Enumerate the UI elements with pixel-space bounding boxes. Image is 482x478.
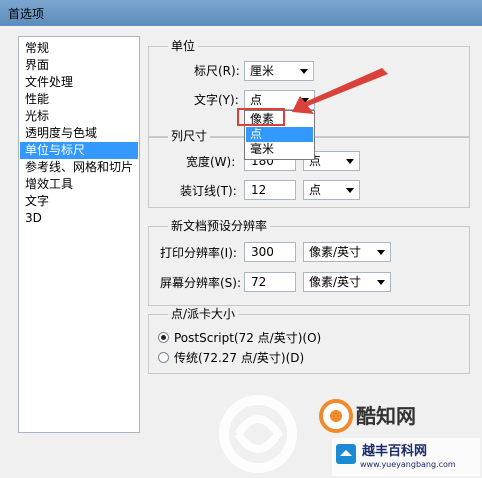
preset-legend: 新文档预设分辨率 <box>168 219 271 233</box>
ruler-label: 标尺(R): <box>194 64 240 78</box>
watermark-site-name: 越丰百科网 <box>362 444 428 459</box>
category-list[interactable]: 常规 界面 文件处理 性能 光标 透明度与色域 单位与标尺 参考线、网格和切片 … <box>18 36 140 433</box>
screen-resolution-unit-select[interactable]: 像素/英寸 <box>303 272 391 292</box>
print-resolution-label: 打印分辨率(I): <box>160 246 237 260</box>
print-resolution-unit-value: 像素/英寸 <box>309 245 362 259</box>
chevron-down-icon <box>377 280 385 285</box>
watermark-site-url: www.yueyangbang.com <box>360 460 456 469</box>
nav-item-guides-grid-slices[interactable]: 参考线、网格和切片 <box>20 159 138 176</box>
radio-unselected-icon <box>158 352 169 363</box>
watermark-house-icon <box>336 444 356 464</box>
gutter-label: 装订线(T): <box>180 184 237 198</box>
window-title: 首选项 <box>8 7 45 21</box>
nav-item-cursors[interactable]: 光标 <box>20 108 138 125</box>
column-legend: 列尺寸 <box>168 129 211 143</box>
print-resolution-unit-select[interactable]: 像素/英寸 <box>303 242 391 262</box>
preset-resolution-group <box>148 226 470 306</box>
nav-item-transparency-gamut[interactable]: 透明度与色域 <box>20 125 138 142</box>
point-legend: 点/派卡大小 <box>168 307 239 321</box>
radio-selected-icon <box>158 332 169 343</box>
screen-resolution-input[interactable]: 72 <box>244 272 296 292</box>
postscript-label: PostScript(72 点/英寸)(O) <box>174 331 322 345</box>
nav-item-type[interactable]: 文字 <box>20 193 138 210</box>
type-label: 文字(Y): <box>194 93 239 107</box>
traditional-label: 传统(72.27 点/英寸)(D) <box>174 351 305 365</box>
screen-resolution-label: 屏幕分辨率(S): <box>160 276 242 290</box>
title-bar: 首选项 <box>0 0 482 26</box>
nav-item-file-handling[interactable]: 文件处理 <box>20 74 138 91</box>
annotation-arrow-icon <box>292 68 388 114</box>
watermark-brand: 酷知网 <box>356 404 416 428</box>
chevron-down-icon <box>346 159 354 164</box>
nav-item-interface[interactable]: 界面 <box>20 57 138 74</box>
gutter-unit-value: 点 <box>309 183 322 197</box>
watermark-swirl-icon <box>219 395 297 473</box>
chevron-down-icon <box>377 250 385 255</box>
width-label: 宽度(W): <box>186 155 236 169</box>
nav-item-units-rulers[interactable]: 单位与标尺 <box>20 142 138 159</box>
preferences-body: 常规 界面 文件处理 性能 光标 透明度与色域 单位与标尺 参考线、网格和切片 … <box>0 26 482 478</box>
chevron-down-icon <box>346 188 354 193</box>
screen-resolution-unit-value: 像素/英寸 <box>309 275 362 289</box>
nav-item-plugins[interactable]: 增效工具 <box>20 176 138 193</box>
units-legend: 单位 <box>168 39 199 53</box>
nav-item-performance[interactable]: 性能 <box>20 91 138 108</box>
print-resolution-input[interactable]: 300 <box>244 242 296 262</box>
nav-item-3d[interactable]: 3D <box>20 210 138 227</box>
dropdown-option-millimeters[interactable]: 毫米 <box>246 142 313 157</box>
nav-item-general[interactable]: 常规 <box>20 40 138 57</box>
gutter-unit-select[interactable]: 点 <box>303 180 360 200</box>
type-value: 点 <box>250 93 263 107</box>
watermark-site-badge: 越丰百科网 www.yueyangbang.com <box>332 438 480 476</box>
watermark-logo-icon <box>319 399 353 433</box>
gutter-input[interactable]: 12 <box>244 180 296 200</box>
dropdown-option-points[interactable]: 点 <box>246 127 313 142</box>
